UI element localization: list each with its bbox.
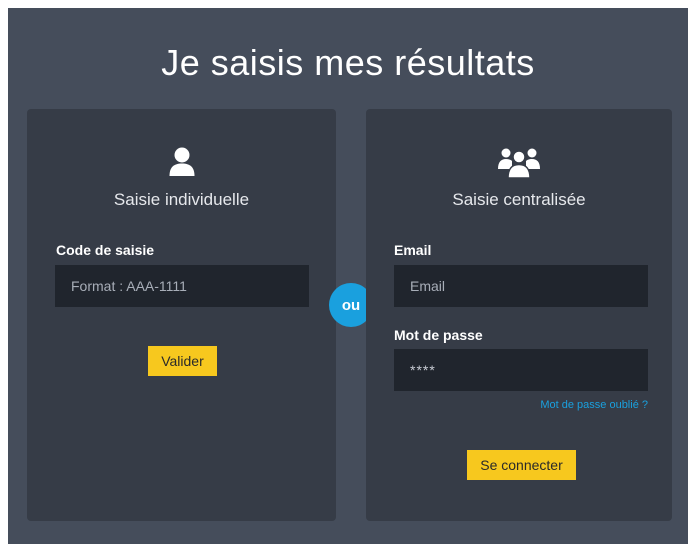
email-input[interactable] — [394, 265, 648, 307]
code-label: Code de saisie — [56, 242, 155, 258]
centralized-entry-heading: Saisie centralisée — [452, 190, 586, 209]
individual-entry-card: Saisie individuelle Code de saisie Valid… — [27, 109, 336, 521]
validate-button[interactable]: Valider — [148, 346, 217, 376]
password-input[interactable] — [394, 349, 648, 391]
user-icon — [27, 147, 336, 177]
login-button[interactable]: Se connecter — [467, 450, 576, 480]
page-frame: Je saisis mes résultats Saisie individue… — [8, 8, 688, 544]
password-label: Mot de passe — [394, 327, 483, 343]
individual-entry-heading: Saisie individuelle — [113, 190, 250, 209]
page-title: Je saisis mes résultats — [161, 42, 535, 83]
forgot-password-link[interactable]: Mot de passe oublié ? — [540, 399, 648, 411]
email-label: Email — [394, 242, 432, 258]
centralized-entry-card: Saisie centralisée Email Mot de passe Mo… — [366, 109, 672, 521]
users-group-icon — [366, 147, 672, 179]
code-input[interactable] — [55, 265, 309, 307]
